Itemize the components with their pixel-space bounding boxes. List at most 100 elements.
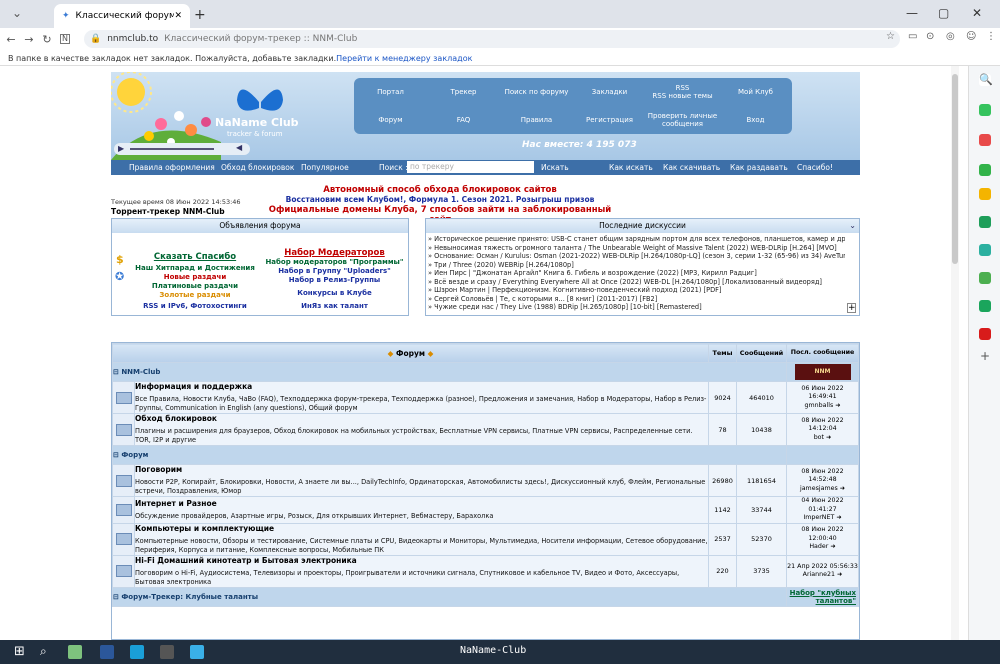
link-release-groups[interactable]: Набор в Релиз-Группы (262, 276, 407, 285)
link-how-search[interactable]: Как искать (609, 163, 653, 172)
taskbar-app-icon[interactable] (160, 645, 174, 659)
last-post-user[interactable]: Arianne21 (803, 571, 835, 578)
link-how-seed[interactable]: Как раздавать (730, 163, 788, 172)
nav-rules[interactable]: Правила (500, 106, 573, 134)
sidebar-app-icon-1[interactable] (979, 104, 991, 116)
announce-line-2[interactable]: Восстановим всем Клубом!, Формула 1. Сез… (260, 195, 620, 205)
scrollbar-thumb[interactable] (952, 74, 958, 264)
link-uploaders[interactable]: Набор в Группу "Uploaders" (262, 267, 407, 276)
back-icon[interactable]: ← (2, 33, 20, 46)
announce-line-1[interactable]: Автономный способ обхода блокировок сайт… (260, 185, 620, 195)
link-moderators[interactable]: Набор Модераторов (262, 249, 407, 258)
forum-title[interactable]: Поговорим (135, 465, 708, 474)
tab-active[interactable]: ✦ Классический форум-трекер ✕ (54, 4, 190, 28)
go-to-post-icon[interactable]: ➜ (840, 485, 845, 492)
discussion-item[interactable]: » Невыносимая тяжесть огромного таланта … (426, 244, 845, 253)
minimize-icon[interactable]: — (906, 6, 918, 20)
sidebar-app-icon-8[interactable] (979, 300, 991, 312)
tracker-search-input[interactable]: по трекеру (407, 161, 534, 173)
nav-my-club[interactable]: Мой Клуб (719, 78, 792, 106)
browser-taskbar-icon[interactable] (190, 645, 204, 659)
sidebar-app-icon-9[interactable] (979, 328, 991, 340)
link-rss-ipv6[interactable]: RSS и IPv6, Фотохостинги (130, 302, 260, 311)
sidebar-search-icon[interactable]: 🔍 (979, 74, 993, 86)
link-club-talents[interactable]: Набор "клубных талантов" (790, 589, 856, 605)
link-rules[interactable]: Правила оформления (129, 163, 215, 172)
nav-forum[interactable]: Форум (354, 106, 427, 134)
account-icon[interactable]: ☺ (966, 31, 976, 42)
discussion-item[interactable]: » Три / Three (2020) WEBRip [H.264/1080p… (426, 261, 845, 270)
profile-icon[interactable]: ◎ (946, 31, 955, 42)
link-hitparade[interactable]: Наш Хитпарад и Достижения (130, 264, 260, 273)
link-how-download[interactable]: Как скачивать (663, 163, 720, 172)
go-to-post-icon[interactable]: ➜ (830, 543, 835, 550)
discussion-item[interactable]: » Шзрон Мартин | Перфекционизм. Когнитив… (426, 286, 845, 295)
volume-icon[interactable]: ◀ (236, 143, 242, 152)
go-to-post-icon[interactable]: ➜ (826, 434, 831, 441)
club-banner[interactable]: NNM (794, 364, 851, 380)
forum-title[interactable]: Обход блокировок (135, 414, 708, 423)
link-thanks[interactable]: Спасибо! (797, 163, 833, 172)
play-icon[interactable]: ▶ (118, 144, 124, 153)
link-new-releases[interactable]: Новые раздачи (130, 273, 260, 282)
nav-login[interactable]: Вход (719, 106, 792, 134)
link-contests[interactable]: Конкурсы в Клубе (262, 289, 407, 298)
menu-icon[interactable]: ⋮ (986, 31, 996, 42)
last-post-user[interactable]: Hader (809, 543, 828, 550)
subforum-list[interactable]: Компьютерные новости, Обзоры и тестирова… (135, 537, 708, 555)
nav-faq[interactable]: FAQ (427, 106, 500, 134)
windows-start-icon[interactable]: ⊞ (14, 644, 25, 659)
forum-title[interactable]: Hi-Fi Домашний кинотеатр и Бытовая элект… (135, 556, 708, 565)
last-post-user[interactable]: gmnballs (804, 402, 833, 409)
tab-search-icon[interactable]: ⌄ (12, 6, 22, 20)
subforum-list[interactable]: Новости P2P, Копирайт, Блокировки, Новос… (135, 478, 708, 496)
link-say-thanks[interactable]: Сказать Спасибо (130, 253, 260, 262)
sidebar-app-icon-5[interactable] (979, 216, 991, 228)
link-popular[interactable]: Популярное (301, 163, 349, 172)
subforum-list[interactable]: Обсуждение провайдеров, Азартные игры, Р… (135, 512, 708, 521)
category-club-talents[interactable]: ⊟ Форум-Трекер: Клубные таланты (112, 586, 787, 607)
link-language-talent[interactable]: ИнЯз как талант (262, 302, 407, 311)
forum-title[interactable]: Компьютеры и комплектующие (135, 524, 708, 533)
close-tab-icon[interactable]: ✕ (174, 11, 182, 21)
nav-check-messages[interactable]: Проверить личные сообщения (646, 106, 719, 134)
forward-icon[interactable]: → (20, 33, 38, 46)
sidebar-app-icon-6[interactable] (979, 244, 991, 256)
taskbar-app-icon[interactable] (130, 645, 144, 659)
nav-rss[interactable]: RSS RSS новые темы (646, 78, 719, 106)
category-forum[interactable]: ⊟ Форум (112, 445, 787, 465)
taskbar-app-icon[interactable] (68, 645, 82, 659)
link-gold[interactable]: Золотые раздачи (130, 291, 260, 300)
nav-tracker[interactable]: Трекер (427, 78, 500, 106)
link-platinum[interactable]: Платиновые раздачи (130, 282, 260, 291)
go-to-post-icon[interactable]: ➜ (835, 402, 840, 409)
new-tab-button[interactable]: + (194, 7, 206, 23)
sidebar-app-icon-2[interactable] (979, 134, 991, 146)
maximize-icon[interactable]: ▢ (938, 6, 949, 20)
nav-bookmarks[interactable]: Закладки (573, 78, 646, 106)
discussion-item[interactable]: » Всё везде и сразу / Everything Everywh… (426, 278, 845, 287)
category-nnm-club[interactable]: ⊟ NNM-Club (112, 362, 787, 382)
audio-player[interactable]: ▶ ◀ (114, 143, 250, 155)
search-button[interactable]: Искать (541, 163, 569, 172)
discussion-item[interactable]: » Чужие среди нас / They Live (1988) BDR… (426, 303, 845, 312)
last-post-user[interactable]: ImperNET (803, 514, 834, 521)
subforum-list[interactable]: Плагины и расширения для браузеров, Обхо… (135, 427, 708, 445)
link-bypass[interactable]: Обход блокировок (221, 163, 294, 172)
discussion-item[interactable]: » Историческое решение принято: USB-C ст… (426, 235, 845, 244)
expand-icon[interactable]: + (847, 303, 856, 313)
discussion-item[interactable]: » Йен Пирс | "Джонатан Аргайл" Книга 6. … (426, 269, 845, 278)
nav-portal[interactable]: Портал (354, 78, 427, 106)
go-to-post-icon[interactable]: ➜ (837, 571, 842, 578)
cast-icon[interactable]: ▭ (908, 31, 917, 42)
bookmark-star-icon[interactable]: ☆ (886, 31, 895, 42)
screenshot-icon[interactable]: ⊙ (926, 31, 934, 42)
word-icon[interactable] (100, 645, 114, 659)
go-to-post-icon[interactable]: ➜ (836, 514, 841, 521)
discussion-item[interactable]: » Сергей Соловьёв | Те, с которыми я... … (426, 295, 845, 304)
bookmarks-manager-link[interactable]: Перейти к менеджеру закладок (336, 54, 472, 63)
collapse-icon[interactable]: ⌄ (849, 221, 856, 230)
close-window-icon[interactable]: ✕ (972, 6, 982, 20)
audio-progress[interactable] (130, 148, 214, 150)
subforum-list[interactable]: Поговорим о Hi-Fi, Аудиосистема, Телевиз… (135, 569, 708, 587)
